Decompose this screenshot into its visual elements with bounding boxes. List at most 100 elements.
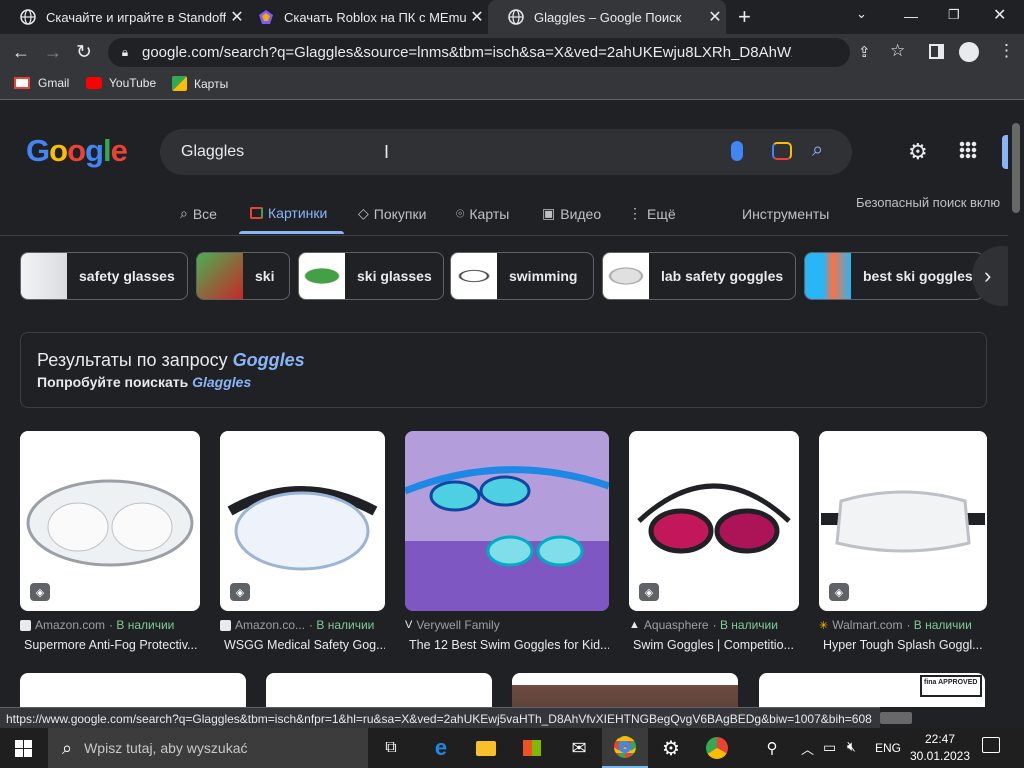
- forward-icon[interactable]: →: [44, 42, 62, 63]
- chip-swimming[interactable]: swimming: [450, 252, 594, 300]
- new-tab-button[interactable]: +: [738, 4, 751, 30]
- result-title[interactable]: WSGG Medical Safety Gog...: [220, 638, 385, 652]
- price-tag-icon: ◈: [829, 583, 849, 601]
- tab-close-icon[interactable]: ✕: [704, 7, 726, 27]
- maps-icon: [172, 76, 187, 91]
- nav-shopping[interactable]: ◇ Покупки: [358, 205, 426, 222]
- nav-video[interactable]: ▣ Видео: [542, 205, 601, 222]
- image-result-card[interactable]: V Verywell Family The 12 Best Swim Goggle…: [405, 431, 609, 652]
- chip-ski-glasses[interactable]: ski glasses: [298, 252, 444, 300]
- search-input[interactable]: Glaggles: [181, 143, 244, 161]
- amazon-icon: [20, 619, 31, 631]
- start-windows-icon[interactable]: [0, 728, 46, 768]
- nav-maps[interactable]: ⌾ Карты: [456, 205, 509, 222]
- globe-icon: [20, 9, 36, 25]
- close-window-icon[interactable]: ✕: [993, 5, 1006, 25]
- side-panel-icon[interactable]: [929, 44, 944, 59]
- tab-close-icon[interactable]: ✕: [466, 7, 488, 27]
- store-icon[interactable]: [509, 728, 555, 768]
- result-image[interactable]: ◈: [629, 431, 799, 611]
- image-result-card[interactable]: [20, 673, 246, 707]
- result-title[interactable]: Swim Goggles | Competitio...: [629, 638, 799, 652]
- settings-gear-icon[interactable]: ⚙: [648, 728, 694, 768]
- menu-dots-icon[interactable]: ⋮: [998, 41, 1015, 61]
- bookmark-star-icon[interactable]: ☆: [890, 41, 905, 61]
- volume-muted-icon[interactable]: 🔇︎: [847, 738, 856, 755]
- memu-icon: [258, 9, 274, 25]
- scrollbar-thumb[interactable]: [1012, 123, 1020, 213]
- edge-icon[interactable]: e: [418, 728, 464, 768]
- nav-images[interactable]: Картинки: [250, 205, 327, 221]
- image-result-card[interactable]: ◈ ▲ Aquasphere · В наличии Swim Goggles | …: [629, 431, 799, 652]
- tab-title: Скачайте и играйте в Standoff 2 н: [46, 9, 226, 25]
- google-logo[interactable]: Google: [26, 133, 128, 169]
- chip-lab-safety-goggles[interactable]: lab safety goggles: [602, 252, 796, 300]
- settings-gear-icon[interactable]: ⚙: [908, 139, 928, 165]
- taskbar-search-box[interactable]: ⌕ Wpisz tutaj, aby wyszukać: [48, 728, 368, 768]
- back-icon[interactable]: ←: [12, 42, 30, 63]
- tab-roblox[interactable]: Скачать Roblox на ПК с MEmu ✕: [238, 0, 488, 34]
- chip-thumbnail: [197, 253, 243, 299]
- mic-icon[interactable]: [731, 141, 743, 161]
- chip-safety-glasses[interactable]: safety glasses: [20, 252, 188, 300]
- chrome-icon[interactable]: [694, 728, 740, 768]
- network-icon[interactable]: ▭: [823, 739, 836, 756]
- image-result-card[interactable]: [266, 673, 492, 707]
- language-indicator[interactable]: ENG: [875, 741, 901, 755]
- chip-ski[interactable]: ski: [196, 252, 290, 300]
- search-box[interactable]: Glaggles I ⌕: [160, 129, 852, 175]
- file-explorer-icon[interactable]: [463, 728, 509, 768]
- tab-standoff[interactable]: Скачайте и играйте в Standoff 2 н ✕: [0, 0, 248, 34]
- chrome-active-icon[interactable]: [602, 728, 648, 768]
- horizontal-scroll-thumb[interactable]: [880, 712, 912, 724]
- chip-thumbnail: [603, 253, 649, 299]
- bookmark-gmail[interactable]: Gmail: [14, 76, 69, 90]
- task-view-icon[interactable]: ⧉: [368, 728, 414, 768]
- tray-chevron-up-icon[interactable]: ︿: [801, 739, 814, 758]
- nav-more[interactable]: ⋮ Ещё: [628, 205, 676, 222]
- notifications-icon[interactable]: [982, 737, 1000, 753]
- share-icon[interactable]: ⇪: [858, 43, 871, 61]
- tab-search-icon[interactable]: ⌄: [856, 6, 867, 22]
- result-title[interactable]: Supermore Anti-Fog Protectiv...: [20, 638, 200, 652]
- image-result-card[interactable]: [512, 673, 738, 707]
- people-icon[interactable]: ⚲: [752, 728, 792, 768]
- image-result-card[interactable]: ◈ ✳ Walmart.com · В наличии Hyper Tough Sp…: [819, 431, 987, 652]
- nav-all[interactable]: ⌕ Все: [180, 205, 217, 222]
- clock[interactable]: 22:47 30.01.2023: [908, 731, 972, 765]
- verywell-icon: V: [405, 619, 413, 631]
- safe-search-toggle[interactable]: Безопасный поиск вклю: [856, 195, 1000, 210]
- result-image[interactable]: ◈: [819, 431, 987, 611]
- image-result-card[interactable]: fina APPROVED: [759, 673, 985, 707]
- lens-camera-icon[interactable]: [772, 142, 792, 160]
- corrected-query-link[interactable]: Goggles: [233, 350, 305, 370]
- bookmark-youtube[interactable]: YouTube: [86, 76, 156, 90]
- vertical-scrollbar[interactable]: [1008, 101, 1024, 728]
- tools-button[interactable]: Инструменты: [742, 206, 829, 222]
- walmart-icon: ✳: [819, 619, 829, 632]
- result-image[interactable]: ◈: [20, 431, 200, 611]
- result-source: Amazon.com · В наличии: [20, 618, 200, 632]
- aquasphere-icon: ▲: [629, 619, 640, 631]
- image-result-card[interactable]: ◈ Amazon.co... · В наличии WSGG Medical S…: [220, 431, 385, 652]
- result-image[interactable]: [405, 431, 609, 611]
- fina-badge: fina APPROVED: [920, 675, 982, 697]
- chip-best-ski-goggles[interactable]: best ski goggles: [804, 252, 984, 300]
- mail-icon[interactable]: ✉: [556, 728, 602, 768]
- price-tag-icon: ◈: [639, 583, 659, 601]
- bookmark-maps[interactable]: Карты: [172, 76, 228, 91]
- profile-avatar[interactable]: [959, 42, 979, 62]
- reload-icon[interactable]: ↻: [76, 41, 92, 64]
- address-bar[interactable]: 🔒︎ google.com/search?q=Glaggles&source=l…: [108, 38, 850, 67]
- tab-glaggles[interactable]: Glaggles – Google Поиск ✕: [488, 0, 726, 34]
- image-result-card[interactable]: ◈ Amazon.com · В наличии Supermore Anti-F…: [20, 431, 200, 652]
- result-title[interactable]: Hyper Tough Splash Goggl...: [819, 638, 987, 652]
- original-query-link[interactable]: Glaggles: [192, 374, 251, 390]
- chip-thumbnail: [21, 253, 67, 299]
- restore-icon[interactable]: ❐: [948, 7, 960, 23]
- minimize-icon[interactable]: —: [904, 8, 918, 24]
- apps-grid-icon[interactable]: [959, 141, 977, 159]
- search-icon[interactable]: ⌕: [812, 139, 823, 162]
- result-image[interactable]: ◈: [220, 431, 385, 611]
- result-title[interactable]: The 12 Best Swim Goggles for Kid...: [405, 638, 609, 652]
